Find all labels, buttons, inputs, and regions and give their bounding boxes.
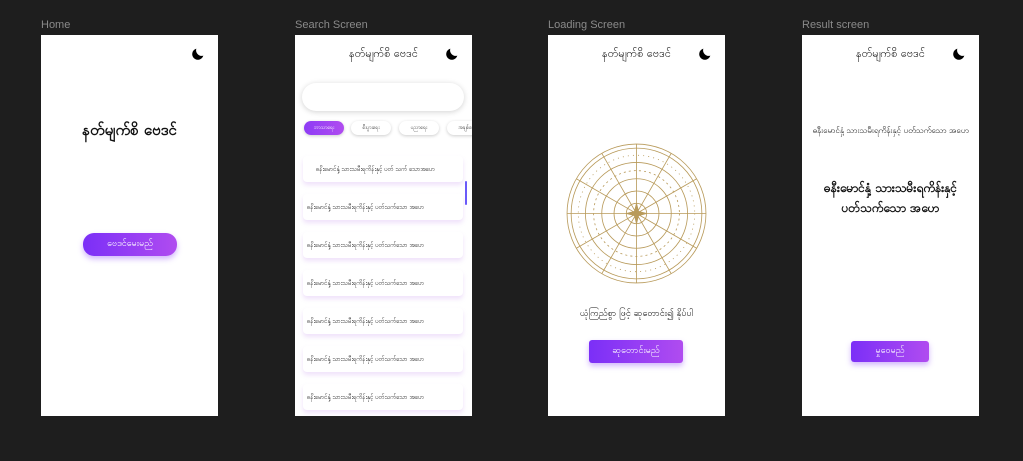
list-item[interactable]: ဓနိးမောင်နှံ့ သားသမီးရကိန်းနှင့် ပတ်သက်သ…: [303, 232, 463, 258]
zodiac-wheel-icon: [566, 143, 707, 284]
frame-label-home: Home: [41, 19, 71, 31]
frame-label-result: Result screen: [802, 19, 870, 31]
pray-message: ယုံကြည်စွာ ဖြင့် ဆုတောင်း၍ နိုပ်ပါ: [579, 309, 694, 319]
moon-icon[interactable]: [697, 46, 713, 62]
frame-label-loading: Loading Screen: [548, 19, 626, 31]
answer-text: ဓနီးမောင်နှံ့ သားသမီးရကိန်းနှင့် ပတ်သက်သ…: [823, 181, 958, 215]
moon-icon[interactable]: [951, 46, 967, 62]
question-text: ဓနီးမောင်နှံ့ သားသမီးရကိန်းနှင့် ပတ်သက်သ…: [812, 126, 969, 135]
result-screen: နတ်မျက်စိ ဗေဒင် ဓနီးမောင်နှံ့ သားသမီးရကိ…: [802, 35, 979, 416]
loading-screen: နတ်မျက်စိ ဗေဒင် ယုံကြည်စွာ ဖြင့် ဆုတောင်…: [548, 35, 725, 416]
list-item[interactable]: ဓနိးမောင်နှံ့ သားသမီးရကိန်းနှင့် ပတ်သက်သ…: [303, 308, 463, 334]
chip-love[interactable]: အချစ်ရေး: [447, 121, 472, 135]
search-input[interactable]: [302, 83, 464, 111]
moon-icon[interactable]: [190, 46, 206, 62]
list-item[interactable]: ဓနိးမောင်နှံ့ သားသမီးရကိန်းနှင့် ပတ်သက်သ…: [303, 270, 463, 296]
home-screen: နတ်မျက်စိ ဗေဒင် ဗေဒင်မေးမည်: [41, 35, 218, 416]
chip-education[interactable]: ပညာရေး: [399, 121, 439, 135]
list-item[interactable]: ဓနိးမောင်နှံ့ သားသမီးရကိန်းနှင့် ပတ်သက်သ…: [303, 384, 463, 410]
ask-fortune-button[interactable]: ဗေဒင်မေးမည်: [83, 233, 177, 256]
chip-religion[interactable]: ဘာသာရေး: [304, 121, 344, 135]
search-screen: နတ်မျက်စိ ဗေဒင် ဘာသာရေး စီးပွားရေး ပညာရေ…: [295, 35, 472, 416]
list-item[interactable]: ဓနိးမောင်နှံ့ သားသမီးရကိန်းနှင့် ပတ် သက်…: [303, 156, 463, 182]
share-button[interactable]: မှုဝေမည်: [851, 341, 929, 362]
scrollbar[interactable]: [465, 181, 467, 205]
category-chips: ဘာသာရေး စီးပွားရေး ပညာရေး အချစ်ရေး: [304, 121, 472, 137]
list-item[interactable]: ဓနိးမောင်နှံ့ သားသမီးရကိန်းနှင့် ပတ်သက်သ…: [303, 346, 463, 372]
moon-icon[interactable]: [444, 46, 460, 62]
frame-label-search: Search Screen: [295, 19, 368, 31]
pray-button[interactable]: ဆုတောင်းမည်: [589, 340, 683, 363]
chip-business[interactable]: စီးပွားရေး: [351, 121, 391, 135]
list-item[interactable]: ဓနိးမောင်နှံ့ သားသမီးရကိန်းနှင့် ပတ်သက်သ…: [303, 194, 463, 220]
app-title: နတ်မျက်စိ ဗေဒင်: [82, 121, 177, 139]
